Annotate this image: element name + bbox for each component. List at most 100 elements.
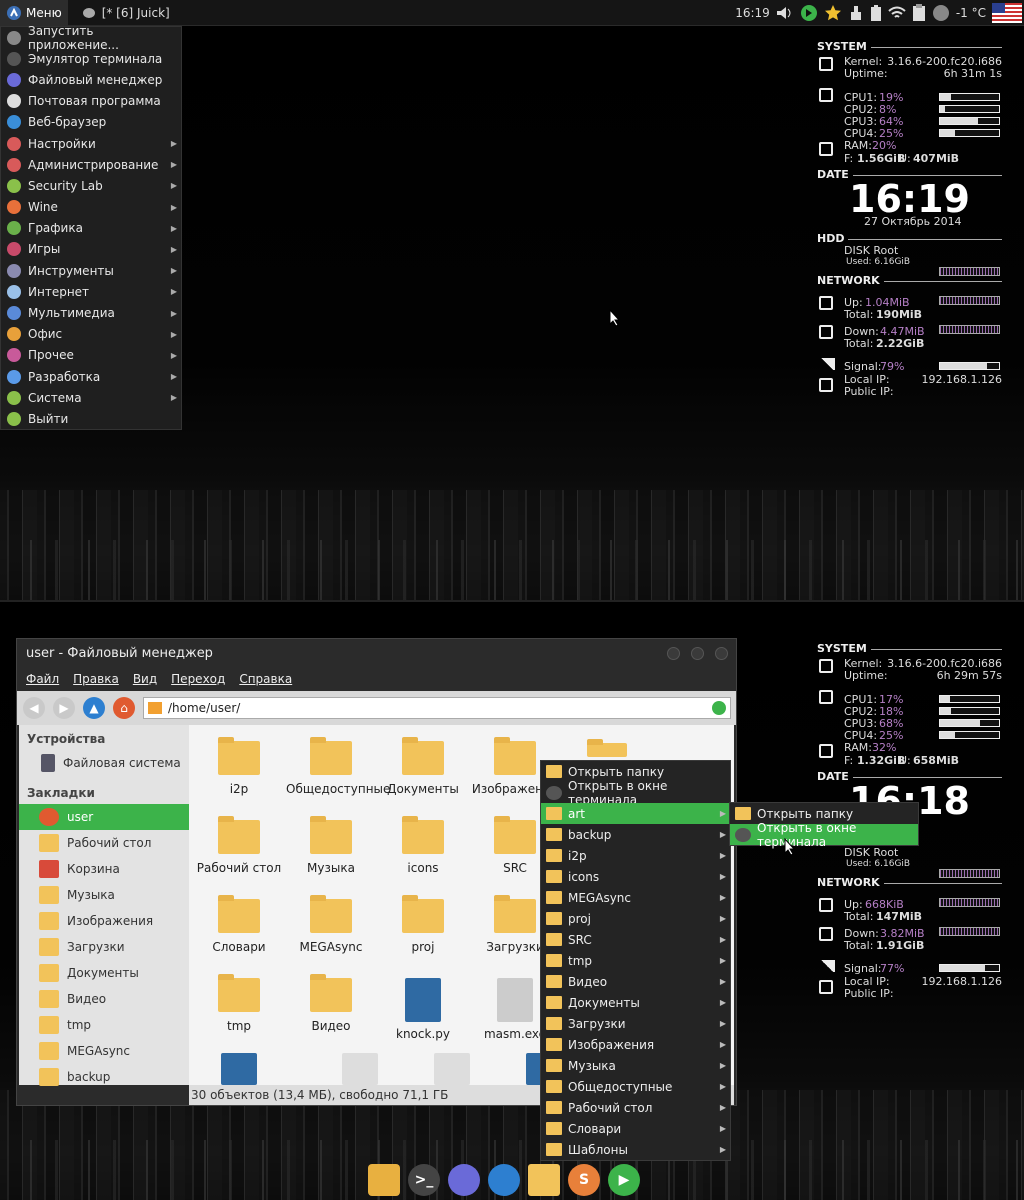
context-menu-item[interactable]: Открыть в окне терминала (730, 821, 918, 849)
sidebar-item-bookmark[interactable]: Корзина (19, 856, 189, 882)
menubar-item[interactable]: Файл (26, 672, 59, 686)
menubar-item[interactable]: Вид (133, 672, 157, 686)
dock-update-icon[interactable]: ▶ (608, 1164, 640, 1196)
file-item[interactable]: Видео (286, 974, 376, 1033)
file-item[interactable]: Общедоступные (286, 737, 390, 796)
app-menu-item[interactable]: Администрирование ▶ (1, 154, 181, 175)
menubar-item[interactable]: Переход (171, 672, 225, 686)
file-item[interactable]: Словари (194, 895, 284, 954)
app-menu-item[interactable]: Игры ▶ (1, 239, 181, 260)
app-menu-item[interactable]: Security Lab ▶ (1, 175, 181, 196)
folder-icon[interactable] (587, 739, 627, 757)
file-item[interactable]: Музыка (286, 816, 376, 875)
menu-button[interactable]: Меню (0, 0, 68, 26)
clipboard-icon[interactable] (912, 4, 926, 22)
sidebar-item-bookmark[interactable]: Загрузки (19, 934, 189, 960)
menubar-item[interactable]: Справка (239, 672, 292, 686)
volume-icon[interactable] (776, 6, 794, 20)
refresh-icon[interactable] (712, 701, 726, 715)
app-menu-item[interactable]: Файловый менеджер (1, 69, 181, 90)
script-file-icon[interactable] (342, 1053, 378, 1085)
panel-clock[interactable]: 16:19 (735, 6, 770, 20)
app-menu-item[interactable]: Мультимедиа ▶ (1, 302, 181, 323)
context-menu-item[interactable]: Шаблоны ▶ (541, 1139, 730, 1160)
text-file-icon[interactable] (434, 1053, 470, 1085)
app-menu-item[interactable]: Wine ▶ (1, 197, 181, 218)
sidebar-item-bookmark[interactable]: Музыка (19, 882, 189, 908)
app-menu-item[interactable]: Почтовая программа (1, 91, 181, 112)
app-menu-item[interactable]: Графика ▶ (1, 218, 181, 239)
update-arrow-icon[interactable] (800, 4, 818, 22)
menubar-item[interactable]: Правка (73, 672, 119, 686)
minimize-button[interactable] (667, 647, 680, 660)
file-item[interactable]: MEGAsync (286, 895, 376, 954)
file-item[interactable]: Документы (378, 737, 468, 796)
dock-sublime-icon[interactable]: S (568, 1164, 600, 1196)
close-button[interactable] (715, 647, 728, 660)
context-menu-item[interactable]: Музыка ▶ (541, 1055, 730, 1076)
app-menu-item[interactable]: Офис ▶ (1, 324, 181, 345)
up-button[interactable]: ▲ (83, 697, 105, 719)
usb-icon[interactable] (848, 4, 864, 22)
weather-moon-icon[interactable] (932, 4, 950, 22)
context-menu-item[interactable]: i2p ▶ (541, 845, 730, 866)
sidebar-item-bookmark[interactable]: user (19, 804, 189, 830)
sidebar-item-device[interactable]: Файловая система (19, 750, 189, 776)
forward-button[interactable]: ▶ (53, 697, 75, 719)
sidebar-item-bookmark[interactable]: MEGAsync (19, 1038, 189, 1064)
sidebar-item-bookmark[interactable]: Изображения (19, 908, 189, 934)
app-menu-item[interactable]: Выйти (1, 408, 181, 429)
app-menu-item[interactable]: Настройки ▶ (1, 133, 181, 154)
back-button[interactable]: ◀ (23, 697, 45, 719)
file-item[interactable]: Рабочий стол (194, 816, 284, 875)
battery-icon[interactable] (870, 4, 882, 22)
sidebar-item-bookmark[interactable]: Рабочий стол (19, 830, 189, 856)
app-menu-item[interactable]: Запустить приложение... (1, 24, 181, 52)
context-menu-item[interactable]: SRC ▶ (541, 929, 730, 950)
sidebar-item-bookmark[interactable]: tmp (19, 1012, 189, 1038)
app-menu-item[interactable]: Прочее ▶ (1, 345, 181, 366)
address-bar[interactable]: /home/user/ (143, 697, 731, 719)
app-menu-item[interactable]: Разработка ▶ (1, 366, 181, 387)
file-item[interactable]: icons (378, 816, 468, 875)
file-item[interactable]: tmp (194, 974, 284, 1033)
maximize-button[interactable] (691, 647, 704, 660)
home-button[interactable]: ⌂ (113, 697, 135, 719)
context-menu-item[interactable]: tmp ▶ (541, 950, 730, 971)
context-menu-item[interactable]: Общедоступные ▶ (541, 1076, 730, 1097)
dock-file-manager-icon[interactable] (448, 1164, 480, 1196)
context-menu-item[interactable]: Видео ▶ (541, 971, 730, 992)
app-menu-item[interactable]: Эмулятор терминала (1, 48, 181, 69)
taskbar-item-juick[interactable]: [* [6] Juick] (82, 6, 170, 20)
dock-terminal-icon[interactable]: >_ (408, 1164, 440, 1196)
context-menu-item[interactable]: MEGAsync ▶ (541, 887, 730, 908)
context-menu-item[interactable]: Открыть в окне терминала (541, 779, 730, 807)
sidebar-item-bookmark[interactable]: backup (19, 1064, 189, 1090)
keyboard-layout-us-flag-icon[interactable] (992, 3, 1022, 23)
dock-folder-icon[interactable] (528, 1164, 560, 1196)
file-item[interactable]: knock.py (378, 978, 468, 1041)
app-menu-item[interactable]: Инструменты ▶ (1, 260, 181, 281)
context-menu-item[interactable]: icons ▶ (541, 866, 730, 887)
file-item[interactable]: i2p (194, 737, 284, 796)
context-menu-item[interactable]: Документы ▶ (541, 992, 730, 1013)
star-icon[interactable] (824, 4, 842, 22)
context-menu-item[interactable]: backup ▶ (541, 824, 730, 845)
context-menu-item[interactable]: art ▶ (541, 803, 730, 824)
wifi-icon[interactable] (888, 6, 906, 20)
context-menu-item[interactable]: Загрузки ▶ (541, 1013, 730, 1034)
file-item[interactable]: proj (378, 895, 468, 954)
window-titlebar[interactable]: user - Файловый менеджер (17, 639, 736, 667)
dock-web-browser-icon[interactable] (488, 1164, 520, 1196)
app-menu-item[interactable]: Веб-браузер (1, 112, 181, 133)
context-menu-item[interactable]: Изображения ▶ (541, 1034, 730, 1055)
dock-desktop-icon[interactable] (368, 1164, 400, 1196)
context-menu-item[interactable]: proj ▶ (541, 908, 730, 929)
context-menu-item[interactable]: Словари ▶ (541, 1118, 730, 1139)
sidebar-item-bookmark[interactable]: Документы (19, 960, 189, 986)
app-menu-item[interactable]: Система ▶ (1, 387, 181, 408)
context-menu-item[interactable]: Рабочий стол ▶ (541, 1097, 730, 1118)
sidebar-item-bookmark[interactable]: Видео (19, 986, 189, 1012)
app-menu-item[interactable]: Интернет ▶ (1, 281, 181, 302)
python-file-icon[interactable] (221, 1053, 257, 1085)
